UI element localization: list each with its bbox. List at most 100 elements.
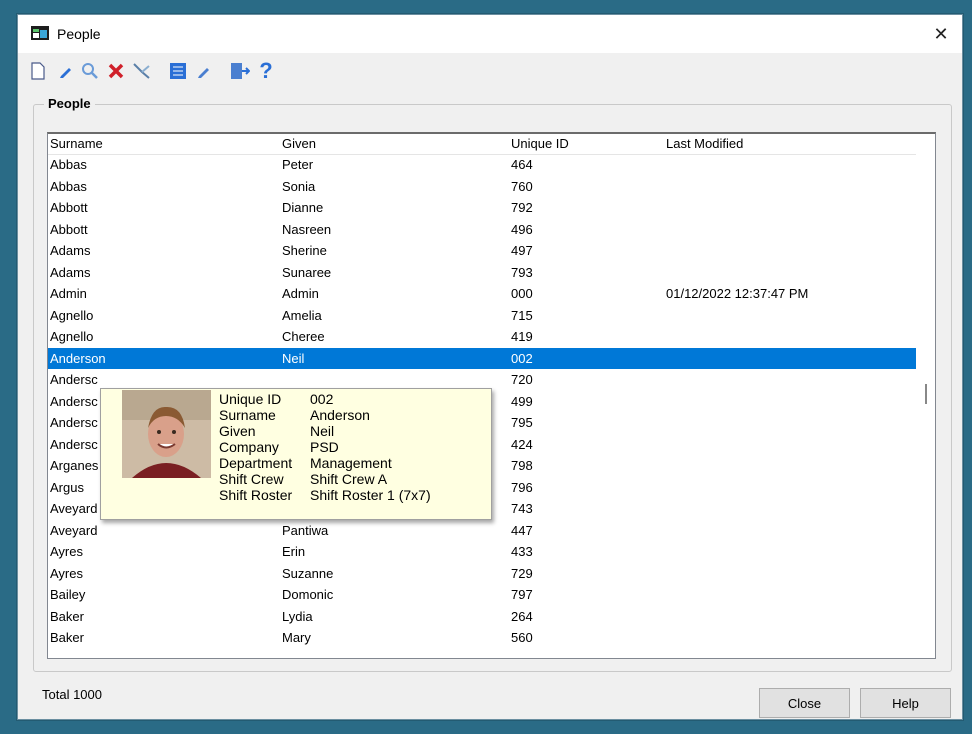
- cell-unique-id: 560: [511, 630, 533, 645]
- tooltip-fields: Unique ID 002 Surname Anderson Given Neil Comp…: [219, 391, 479, 503]
- people-window: People ✕ ? People Surname Given Unique I…: [17, 14, 963, 720]
- cell-unique-id: 792: [511, 200, 533, 215]
- cell-given: Peter: [282, 157, 314, 172]
- table-row[interactable]: Admin Admin 000 01/12/2022 12:37:47 PM: [48, 283, 916, 305]
- new-button[interactable]: [28, 61, 48, 81]
- tooltip-field-value: Shift Roster 1 (7x7): [310, 487, 431, 503]
- cell-surname: Andersc: [50, 393, 98, 409]
- cell-unique-id: 499: [511, 393, 533, 409]
- cell-unique-id: 729: [511, 565, 533, 581]
- scrollbar-thumb[interactable]: [925, 384, 927, 404]
- cell-unique-id: 000: [511, 286, 533, 301]
- app-icon: [31, 26, 49, 40]
- tooltip-field: Surname Anderson: [219, 407, 479, 423]
- close-window-button[interactable]: ✕: [926, 19, 956, 49]
- cell-surname: Anderson: [50, 350, 106, 366]
- table-row[interactable]: Agnello Amelia 715: [48, 305, 916, 327]
- exit-button[interactable]: [230, 61, 250, 81]
- help-button[interactable]: Help: [860, 688, 951, 718]
- group-label: People: [44, 96, 95, 111]
- cell-unique-id: 798: [511, 458, 533, 473]
- table-row[interactable]: Ayres Suzanne 729: [48, 563, 916, 585]
- cell-surname: Adams: [50, 264, 91, 280]
- cell-surname: Bailey: [50, 587, 86, 602]
- cell-unique-id: 795: [511, 415, 533, 430]
- tooltip-field-label: Unique ID: [219, 391, 282, 407]
- details-button[interactable]: [168, 61, 188, 81]
- cell-given: Cheree: [282, 329, 325, 344]
- cell-surname: Arganes: [50, 458, 99, 473]
- cell-unique-id: 796: [511, 479, 533, 495]
- filter-button[interactable]: [132, 61, 152, 81]
- tooltip-field-value: PSD: [310, 439, 339, 455]
- tooltip-field-label: Shift Roster: [219, 487, 293, 503]
- close-button[interactable]: Close: [759, 688, 850, 718]
- cell-unique-id: 433: [511, 544, 533, 559]
- edit-pencil-icon: [60, 68, 71, 78]
- cell-given: Sherine: [282, 243, 327, 258]
- table-row[interactable]: Abbott Dianne 792: [48, 197, 916, 219]
- filter-wand-icon: [133, 63, 150, 79]
- tooltip-field-value: Anderson: [310, 407, 370, 423]
- cell-given: Amelia: [282, 307, 322, 323]
- cell-surname: Baker: [50, 608, 84, 624]
- help-toolbar-button[interactable]: ?: [256, 58, 276, 83]
- cell-unique-id: 720: [511, 372, 533, 387]
- tooltip-field-label: Surname: [219, 407, 276, 423]
- delete-x-icon: [108, 63, 124, 79]
- cell-surname: Abbott: [50, 221, 88, 237]
- column-header-given[interactable]: Given: [282, 136, 316, 151]
- table-row[interactable]: Agnello Cheree 419: [48, 326, 916, 348]
- tooltip-field-label: Department: [219, 455, 293, 471]
- vertical-scrollbar[interactable]: [917, 134, 935, 658]
- cell-surname: Admin: [50, 286, 87, 301]
- cell-surname: Abbott: [50, 200, 88, 215]
- table-row-selected[interactable]: Anderson Neil 002: [48, 347, 916, 369]
- column-header-unique-id[interactable]: Unique ID: [511, 136, 569, 151]
- table-row[interactable]: Baker Mary 560: [48, 627, 916, 649]
- cell-given: Lydia: [282, 608, 313, 624]
- toolbar: ?: [18, 53, 962, 87]
- search-button[interactable]: [80, 61, 100, 81]
- table-row[interactable]: Aveyard Pantiwa 447: [48, 520, 916, 542]
- table-row[interactable]: Adams Sunaree 793: [48, 262, 916, 284]
- table-row[interactable]: Abbas Sonia 760: [48, 176, 916, 198]
- table-row[interactable]: Abbott Nasreen 496: [48, 219, 916, 241]
- cell-given: Sonia: [282, 178, 316, 194]
- table-row[interactable]: Ayres Erin 433: [48, 541, 916, 563]
- cell-unique-id: 264: [511, 608, 533, 624]
- column-header-surname[interactable]: Surname: [50, 136, 103, 151]
- table-row[interactable]: Baker Lydia 264: [48, 606, 916, 628]
- tooltip-field-value: Management: [310, 455, 392, 471]
- cell-unique-id: 464: [511, 157, 533, 172]
- cell-given: Dianne: [282, 200, 324, 215]
- tooltip-field: Shift Roster Shift Roster 1 (7x7): [219, 487, 479, 503]
- cell-unique-id: 793: [511, 264, 533, 280]
- cell-surname: Andersc: [50, 436, 98, 452]
- cell-unique-id: 496: [511, 221, 533, 237]
- edit-button[interactable]: [56, 61, 76, 81]
- table-row[interactable]: Abbas Peter 464: [48, 154, 916, 176]
- list-details-icon: [170, 63, 186, 79]
- cell-unique-id: 497: [511, 243, 533, 258]
- cell-surname: Argus: [50, 479, 84, 495]
- person-tooltip: Unique ID 002 Surname Anderson Given Neil Comp…: [100, 388, 492, 520]
- exit-door-icon: [231, 63, 250, 79]
- tooltip-field-value: Shift Crew A: [310, 471, 388, 487]
- table-row[interactable]: Adams Sherine 497: [48, 240, 916, 262]
- cell-given: Sunaree: [282, 264, 332, 280]
- cell-given: Domonic: [282, 587, 334, 602]
- total-count: Total 1000: [42, 687, 102, 702]
- cell-surname: Adams: [50, 243, 91, 258]
- cell-surname: Ayres: [50, 544, 83, 559]
- table-row[interactable]: Bailey Domonic 797: [48, 584, 916, 606]
- cell-surname: Aveyard: [50, 522, 98, 538]
- column-header-last-modified[interactable]: Last Modified: [666, 136, 743, 151]
- clear-button[interactable]: [194, 61, 214, 81]
- cell-given: Nasreen: [282, 221, 332, 237]
- cell-unique-id: 424: [511, 436, 533, 452]
- delete-button[interactable]: [106, 61, 126, 81]
- list-header: Surname Given Unique ID Last Modified: [48, 134, 916, 155]
- cell-given: Neil: [282, 350, 305, 366]
- cell-unique-id: 419: [511, 329, 533, 344]
